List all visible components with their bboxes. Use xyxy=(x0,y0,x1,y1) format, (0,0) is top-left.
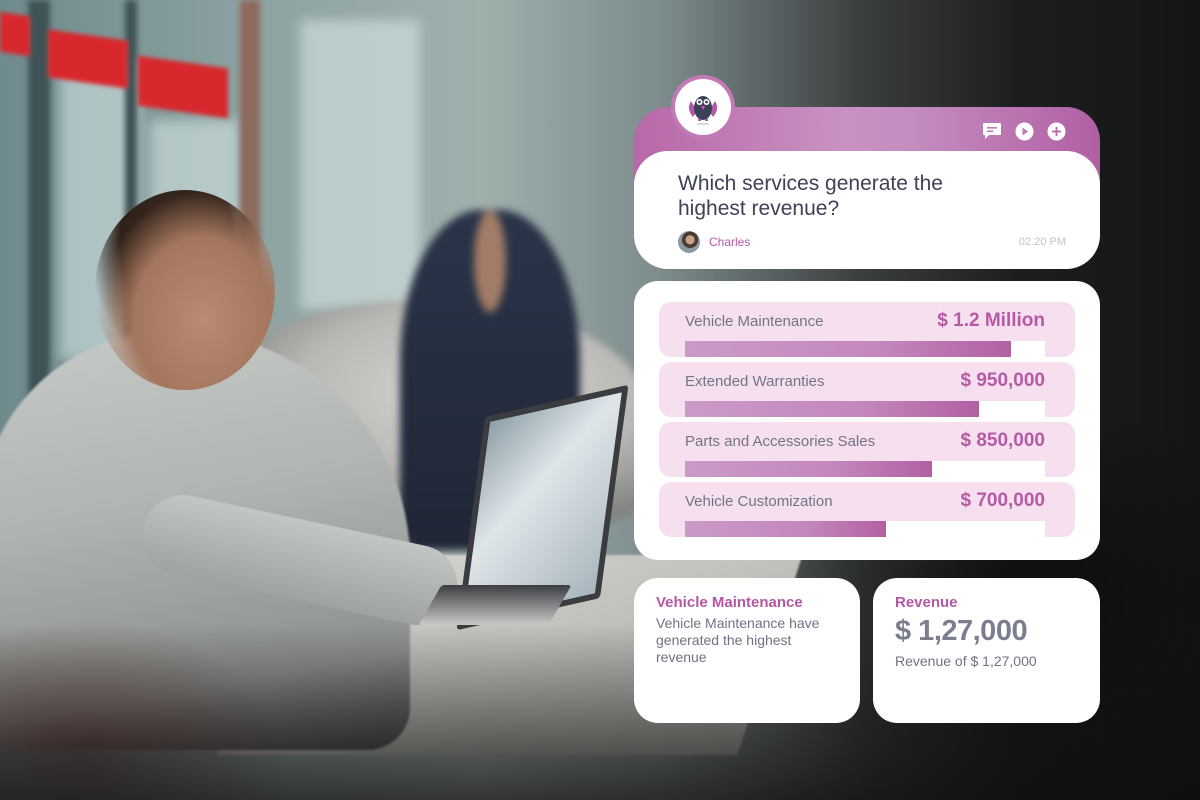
plus-icon[interactable] xyxy=(1046,121,1066,141)
logo-badge xyxy=(671,75,735,139)
revenue-title: Revenue xyxy=(895,594,958,611)
top-service-card[interactable]: Vehicle Maintenance Vehicle Maintenance … xyxy=(634,578,860,723)
progress-track xyxy=(685,401,1045,417)
author-name: Charles xyxy=(709,235,751,249)
service-label: Vehicle Maintenance xyxy=(685,313,824,330)
question-card: Which services generate the highest reve… xyxy=(634,75,1100,269)
revenue-value: $ 850,000 xyxy=(960,430,1045,451)
progress-fill xyxy=(685,521,886,537)
chat-icon[interactable] xyxy=(982,121,1002,141)
timestamp: 02.20 PM xyxy=(1018,236,1066,248)
service-label: Vehicle Customization xyxy=(685,493,833,510)
progress-track xyxy=(685,341,1045,357)
revenue-amount: $ 1,27,000 xyxy=(895,615,1028,647)
service-label: Parts and Accessories Sales xyxy=(685,433,876,450)
revenue-value: $ 700,000 xyxy=(960,490,1045,511)
revenue-value: $ 1.2 Million xyxy=(937,310,1045,331)
progress-fill xyxy=(685,341,1011,357)
top-service-description: Vehicle Maintenance have generated the h… xyxy=(656,615,820,665)
progress-fill xyxy=(685,461,932,477)
owl-mascot-icon xyxy=(675,79,731,135)
service-label: Extended Warranties xyxy=(685,373,825,390)
revenue-row[interactable]: Parts and Accessories Sales $ 850,000 xyxy=(659,422,1075,477)
top-service-title: Vehicle Maintenance xyxy=(656,594,803,611)
question-actions xyxy=(982,121,1066,141)
revenue-row[interactable]: Vehicle Customization $ 700,000 xyxy=(659,482,1075,537)
question-body: Which services generate the highest reve… xyxy=(634,151,1100,269)
question-text: Which services generate the highest reve… xyxy=(678,172,943,220)
revenue-row[interactable]: Extended Warranties $ 950,000 xyxy=(659,362,1075,417)
question-meta: Charles 02.20 PM xyxy=(678,231,1066,253)
revenue-card[interactable]: Revenue $ 1,27,000 Revenue of $ 1,27,000 xyxy=(873,578,1100,723)
user-avatar xyxy=(678,231,700,253)
revenue-list-card: Vehicle Maintenance $ 1.2 Million Extend… xyxy=(634,281,1100,560)
progress-track xyxy=(685,521,1045,537)
question-author[interactable]: Charles xyxy=(678,231,750,253)
play-icon[interactable] xyxy=(1014,121,1034,141)
progress-fill xyxy=(685,401,979,417)
revenue-caption: Revenue of $ 1,27,000 xyxy=(895,653,1037,669)
revenue-value: $ 950,000 xyxy=(960,370,1045,391)
revenue-row[interactable]: Vehicle Maintenance $ 1.2 Million xyxy=(659,302,1075,357)
progress-track xyxy=(685,461,1045,477)
